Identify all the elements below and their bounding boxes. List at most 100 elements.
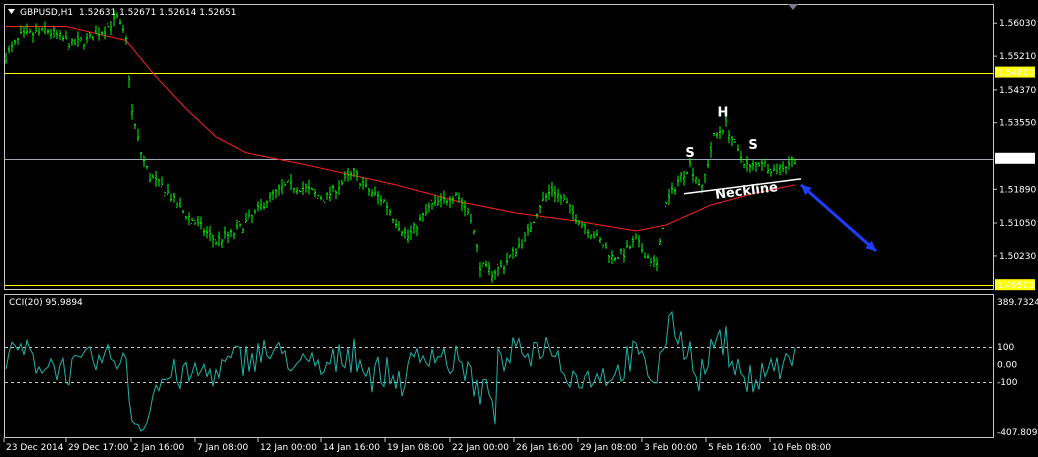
time-axis-label: 23 Dec 2014 [6, 443, 64, 453]
price-bar [362, 177, 364, 190]
price-bar [503, 265, 505, 275]
price-panel [4, 4, 994, 290]
price-bar [131, 103, 133, 120]
price-bar [311, 187, 313, 191]
price-bar [563, 193, 565, 202]
cci-axis-label: -100 [997, 378, 1018, 388]
price-bar [332, 184, 334, 193]
price-bar [521, 239, 523, 249]
price-bar [206, 226, 208, 239]
price-bar [773, 164, 775, 172]
price-bar [605, 242, 607, 249]
price-bar [305, 183, 307, 193]
price-bar [65, 30, 67, 40]
price-bar [449, 195, 451, 208]
price-bar [548, 184, 550, 201]
price-bar [656, 257, 658, 272]
price-bar [647, 253, 649, 259]
price-bar [200, 216, 202, 230]
price-bar [746, 156, 748, 172]
price-bar [734, 139, 736, 143]
cci-axis-label: -407.8091 [997, 428, 1038, 438]
price-bar [422, 212, 424, 222]
price-bar [263, 202, 265, 210]
price-bar [281, 178, 283, 195]
price-bar [479, 262, 481, 278]
price-bar [107, 23, 109, 28]
price-bar [173, 192, 175, 203]
price-bar [62, 35, 64, 42]
price-bar [425, 203, 427, 216]
price-bar [257, 201, 259, 212]
price-bar [212, 234, 214, 248]
price-bar [653, 255, 655, 268]
price-bar [707, 159, 709, 169]
price-bar [260, 198, 262, 211]
price-bar [482, 262, 484, 267]
price-bar [584, 223, 586, 235]
price-bar [152, 174, 154, 179]
price-bar [308, 179, 310, 195]
time-axis-label: 7 Jan 08:00 [197, 443, 249, 453]
price-bar [560, 194, 562, 205]
price-bar [737, 144, 739, 151]
price-bar [344, 171, 346, 182]
symbol-menu-icon[interactable] [8, 9, 15, 14]
price-bar [419, 214, 421, 222]
price-bar [122, 24, 124, 33]
price-bar [326, 192, 328, 200]
pattern-label: H [718, 106, 729, 121]
projection-arrow-line [800, 183, 877, 253]
price-bar [221, 238, 223, 249]
price-bar [680, 171, 682, 183]
price-bar [71, 38, 73, 46]
price-bar [428, 202, 430, 213]
price-bar [224, 226, 226, 239]
price-bar [167, 183, 169, 195]
price-axis-label: 1.52651 [997, 155, 1034, 165]
cci-line [5, 310, 796, 432]
moving-average-line [6, 26, 796, 232]
price-bar [395, 219, 397, 229]
price-bar [35, 23, 37, 34]
price-bar [272, 189, 274, 201]
price-bar [368, 187, 370, 197]
price-bar [539, 205, 541, 214]
price-bar [416, 225, 418, 237]
price-bar [359, 182, 361, 189]
price-bar [14, 39, 16, 46]
price-bar [320, 195, 322, 201]
price-bar [407, 229, 409, 244]
price-bar [698, 178, 700, 186]
price-bar [254, 209, 256, 215]
price-bar [89, 32, 91, 39]
price-bar [149, 173, 151, 183]
price-bar [83, 43, 85, 50]
price-bar [764, 158, 766, 168]
price-bar [182, 210, 184, 214]
price-bar [626, 240, 628, 248]
price-bar [17, 38, 19, 45]
price-bar [185, 215, 187, 220]
price-bar [164, 191, 166, 197]
price-bar [632, 235, 634, 248]
price-bar [758, 162, 760, 167]
price-bar [5, 52, 7, 64]
price-bar [143, 155, 145, 167]
price-bar [92, 35, 94, 41]
price-bar [461, 197, 463, 212]
price-bar [230, 228, 232, 238]
price-bar [194, 219, 196, 226]
price-bar [53, 26, 55, 39]
price-bar [110, 21, 112, 35]
ohlc-readout: 1.52631 1.52671 1.52614 1.52651 [79, 8, 236, 18]
price-bar [170, 193, 172, 202]
shift-marker-icon[interactable] [788, 4, 798, 10]
price-bar [32, 31, 34, 43]
price-bar [197, 215, 199, 227]
price-bar [530, 222, 532, 233]
price-axis-label: 1.50230 [999, 252, 1036, 262]
price-bar [731, 136, 733, 147]
price-bar [728, 130, 730, 144]
price-bar [686, 171, 688, 175]
